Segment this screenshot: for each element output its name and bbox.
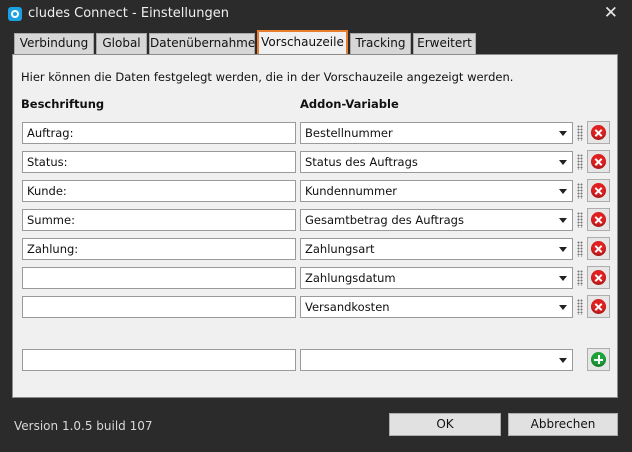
drag-handle-icon[interactable] <box>577 212 583 228</box>
column-header-variable: Addon-Variable <box>300 97 399 111</box>
new-mapping-row <box>13 348 619 371</box>
settings-panel: Hier können die Daten festgelegt werden,… <box>12 54 618 398</box>
variable-select-value: Status des Auftrags <box>305 155 418 169</box>
tab-vorschauzeile[interactable]: Vorschauzeile <box>257 30 348 54</box>
drag-handle-icon[interactable] <box>577 299 583 315</box>
tab-tracking[interactable]: Tracking <box>350 33 411 54</box>
cancel-button[interactable]: Abbrechen <box>508 413 618 436</box>
variable-select-value: Bestellnummer <box>305 126 393 140</box>
chevron-down-icon <box>559 218 567 223</box>
variable-select-value: Kundennummer <box>305 184 397 198</box>
chevron-down-icon <box>559 189 567 194</box>
drag-handle-icon[interactable] <box>577 241 583 257</box>
remove-icon <box>591 270 606 285</box>
variable-select[interactable]: Versandkosten <box>300 296 573 318</box>
remove-icon <box>591 154 606 169</box>
mapping-row: Gesamtbetrag des Auftrags <box>13 208 619 231</box>
add-row-button[interactable] <box>587 348 610 371</box>
mapping-row: Status des Auftrags <box>13 150 619 173</box>
add-icon <box>591 352 606 367</box>
chevron-down-icon <box>559 131 567 136</box>
variable-select-value: Versandkosten <box>305 300 390 314</box>
mapping-row: Versandkosten <box>13 295 619 318</box>
chevron-down-icon <box>559 305 567 310</box>
window-title: cludes Connect - Einstellungen <box>28 6 229 21</box>
close-icon[interactable]: ✕ <box>604 3 618 23</box>
label-input[interactable] <box>22 122 296 144</box>
new-label-input[interactable] <box>22 349 296 371</box>
label-input[interactable] <box>22 238 296 260</box>
footer-bar: Version 1.0.5 build 107 OK Abbrechen <box>0 403 632 452</box>
chevron-down-icon <box>559 247 567 252</box>
mapping-row: Zahlungsdatum <box>13 266 619 289</box>
drag-handle-icon[interactable] <box>577 125 583 141</box>
label-input[interactable] <box>22 209 296 231</box>
drag-handle-icon[interactable] <box>577 154 583 170</box>
remove-icon <box>591 241 606 256</box>
delete-row-button[interactable] <box>587 150 610 173</box>
remove-icon <box>591 183 606 198</box>
tab-datenuebernahme[interactable]: Datenübernahme <box>149 33 255 54</box>
variable-select-value: Gesamtbetrag des Auftrags <box>305 213 464 227</box>
chevron-down-icon <box>559 276 567 281</box>
variable-select-value: Zahlungsart <box>305 242 375 256</box>
drag-handle-icon[interactable] <box>577 270 583 286</box>
tab-verbindung[interactable]: Verbindung <box>14 33 94 54</box>
chevron-down-icon <box>559 358 567 363</box>
label-input[interactable] <box>22 180 296 202</box>
variable-select[interactable]: Bestellnummer <box>300 122 573 144</box>
delete-row-button[interactable] <box>587 295 610 318</box>
variable-select[interactable]: Gesamtbetrag des Auftrags <box>300 209 573 231</box>
mapping-row: Kundennummer <box>13 179 619 202</box>
chevron-down-icon <box>559 160 567 165</box>
mapping-row: Bestellnummer <box>13 121 619 144</box>
panel-description: Hier können die Daten festgelegt werden,… <box>21 70 514 84</box>
delete-row-button[interactable] <box>587 179 610 202</box>
ok-button[interactable]: OK <box>389 413 501 436</box>
tab-global[interactable]: Global <box>96 33 147 54</box>
app-logo-icon <box>8 7 22 21</box>
variable-select[interactable]: Zahlungsdatum <box>300 267 573 289</box>
delete-row-button[interactable] <box>587 266 610 289</box>
variable-select[interactable]: Zahlungsart <box>300 238 573 260</box>
variable-select-value: Zahlungsdatum <box>305 271 396 285</box>
delete-row-button[interactable] <box>587 208 610 231</box>
label-input[interactable] <box>22 267 296 289</box>
tab-erweitert[interactable]: Erweitert <box>413 33 476 54</box>
column-header-label: Beschriftung <box>21 97 105 111</box>
delete-row-button[interactable] <box>587 121 610 144</box>
remove-icon <box>591 299 606 314</box>
label-input[interactable] <box>22 151 296 173</box>
label-input[interactable] <box>22 296 296 318</box>
remove-icon <box>591 125 606 140</box>
mapping-row: Zahlungsart <box>13 237 619 260</box>
variable-select[interactable]: Kundennummer <box>300 180 573 202</box>
remove-icon <box>591 212 606 227</box>
title-bar: cludes Connect - Einstellungen ✕ <box>0 0 632 28</box>
drag-handle-icon[interactable] <box>577 183 583 199</box>
version-label: Version 1.0.5 build 107 <box>14 419 153 433</box>
delete-row-button[interactable] <box>587 237 610 260</box>
new-variable-select[interactable] <box>300 349 573 371</box>
variable-select[interactable]: Status des Auftrags <box>300 151 573 173</box>
